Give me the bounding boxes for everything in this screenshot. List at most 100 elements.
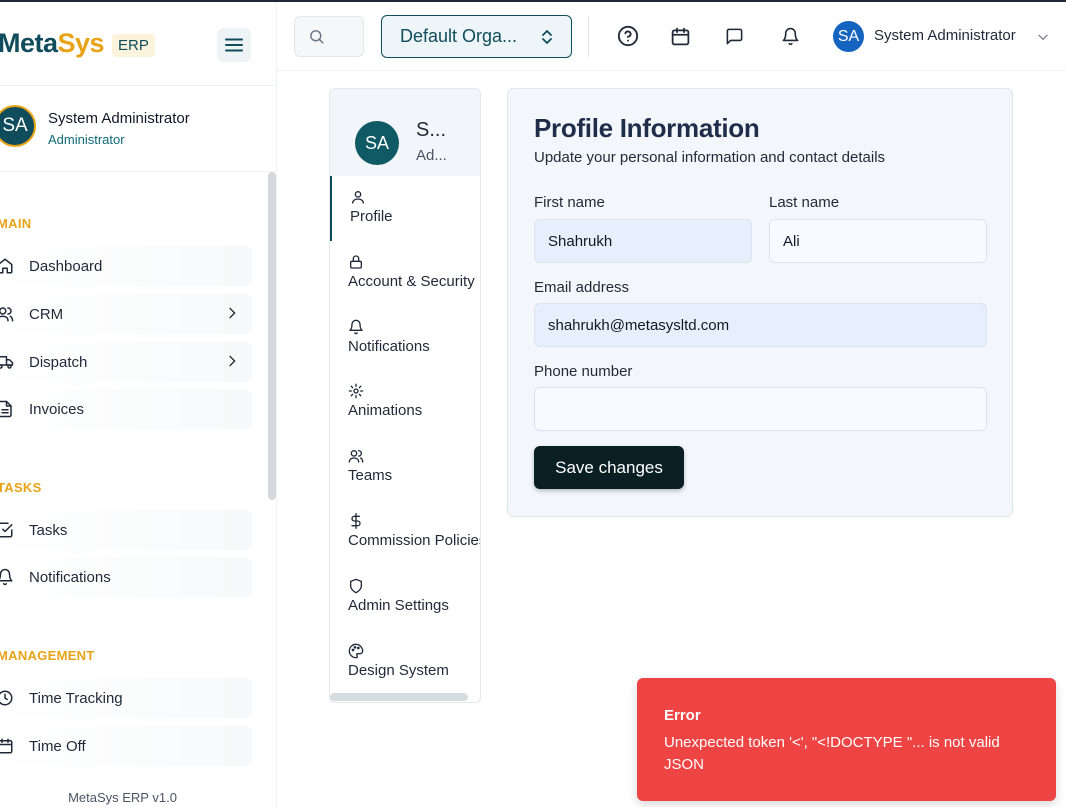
user-icon <box>352 191 364 204</box>
topbar-divider <box>588 16 589 57</box>
sidebar-item-label: Invoices <box>29 400 85 418</box>
brand-name-part2: Sys <box>57 28 105 58</box>
sidebar-item-notifications[interactable]: Notifications <box>0 557 252 597</box>
save-button[interactable]: Save changes <box>534 446 684 489</box>
settings-nav-label: Commission Policies <box>348 532 481 549</box>
dollar-icon <box>351 513 361 529</box>
settings-nav-account-security[interactable]: Account & Security <box>330 241 480 306</box>
settings-nav-label: Profile <box>350 208 393 225</box>
sidebar-item-tasks[interactable]: Tasks <box>0 510 252 550</box>
top-bar: Default Orga... SA System Administrator <box>277 2 1066 71</box>
sidebar-item-time-tracking[interactable]: Time Tracking <box>0 678 252 718</box>
email-field[interactable]: shahrukh@metasysltd.com <box>534 303 987 347</box>
settings-nav-label: Animations <box>348 402 423 419</box>
sidebar-item-label: Tasks <box>29 521 68 539</box>
phone-label: Phone number <box>534 363 633 380</box>
settings-nav-notifications[interactable]: Notifications <box>330 306 480 371</box>
brand-logo[interactable]: MetaSys <box>0 28 105 59</box>
sidebar-user-role: Administrator <box>48 132 125 147</box>
phone-field[interactable] <box>534 387 987 431</box>
settings-user-name: S... <box>416 119 447 141</box>
chevron-right-icon <box>229 355 236 367</box>
calendar-icon[interactable] <box>669 25 691 47</box>
organization-select[interactable]: Default Orga... <box>381 15 572 58</box>
logo-row: MetaSys ERP <box>0 2 277 86</box>
settings-nav: SA S... Ad... Profile Account & Security… <box>329 88 481 703</box>
clock-icon <box>0 687 16 709</box>
search-button[interactable] <box>294 16 364 57</box>
avatar: SA <box>355 121 399 165</box>
sidebar: MetaSys ERP SA System Administrator Admi… <box>0 2 277 807</box>
settings-nav-admin-settings[interactable]: Admin Settings <box>330 565 480 630</box>
lock-icon <box>350 255 362 269</box>
check-square-icon <box>0 519 16 541</box>
section-label-main: MAIN <box>0 216 32 231</box>
sidebar-item-label: CRM <box>29 305 64 323</box>
error-toast[interactable]: Error Unexpected token '<', "<!DOCTYPE "… <box>637 678 1056 801</box>
first-name-field[interactable]: Shahrukh <box>534 219 752 263</box>
shield-icon <box>350 578 362 594</box>
sidebar-item-crm[interactable]: CRM <box>0 294 252 334</box>
last-name-field[interactable]: Ali <box>769 219 987 263</box>
help-icon[interactable] <box>617 25 639 47</box>
sidebar-scrollbar[interactable] <box>268 172 276 500</box>
settings-nav-animations[interactable]: Animations <box>330 370 480 435</box>
truck-icon <box>0 351 16 373</box>
menu-toggle-button[interactable] <box>217 28 251 62</box>
sidebar-item-invoices[interactable]: Invoices <box>0 389 252 429</box>
sidebar-item-label: Notifications <box>29 568 111 586</box>
topbar-user-name[interactable]: System Administrator <box>874 27 1016 44</box>
sidebar-item-label: Dashboard <box>29 257 103 275</box>
settings-nav-label: Teams <box>348 467 393 484</box>
settings-nav-commission-policies[interactable]: Commission Policies <box>330 500 481 565</box>
gear-icon <box>348 383 364 399</box>
settings-nav-header: SA S... Ad... <box>330 89 480 176</box>
sidebar-item-dispatch[interactable]: Dispatch <box>0 342 252 382</box>
organization-select-value: Default Orga... <box>400 26 518 46</box>
toast-title: Error <box>664 707 701 724</box>
sidebar-item-dashboard[interactable]: Dashboard <box>0 246 252 286</box>
bell-icon <box>0 566 16 588</box>
home-icon <box>0 255 16 277</box>
users-icon <box>0 303 16 325</box>
chevron-down-icon[interactable] <box>1036 30 1050 44</box>
settings-nav-teams[interactable]: Teams <box>330 435 480 500</box>
avatar[interactable]: SA <box>833 21 864 52</box>
sidebar-item-label: Time Tracking <box>29 689 123 707</box>
toast-message: Unexpected token '<', "<!DOCTYPE "... is… <box>664 734 1000 773</box>
version-label: MetaSys ERP v1.0 <box>68 790 177 805</box>
sidebar-item-label: Time Off <box>29 737 86 755</box>
message-icon[interactable] <box>723 25 745 47</box>
settings-nav-label: Design System <box>348 662 449 679</box>
bell-icon <box>349 319 363 335</box>
page-subtitle: Update your personal information and con… <box>534 149 886 166</box>
section-label-management: MANAGEMENT <box>0 648 95 663</box>
settings-user-role: Ad... <box>416 147 447 164</box>
palette-icon <box>348 643 364 659</box>
calendar-icon <box>0 735 16 757</box>
search-icon <box>310 30 324 44</box>
hamburger-icon <box>225 38 243 52</box>
users-icon <box>348 450 364 463</box>
first-name-label: First name <box>534 194 605 211</box>
erp-badge: ERP <box>112 34 155 57</box>
settings-nav-design-system[interactable]: Design System <box>330 630 480 695</box>
sidebar-item-label: Dispatch <box>29 353 88 371</box>
section-label-tasks: TASKS <box>0 480 42 495</box>
sidebar-user-name: System Administrator <box>48 110 190 127</box>
avatar: SA <box>0 105 36 147</box>
sidebar-item-time-off[interactable]: Time Off <box>0 726 252 766</box>
email-label: Email address <box>534 279 630 296</box>
brand-name-part1: Meta <box>0 28 58 58</box>
sidebar-user[interactable]: SA System Administrator Administrator <box>0 86 277 172</box>
profile-card: Profile Information Update your personal… <box>507 88 1013 517</box>
settings-nav-profile[interactable]: Profile <box>330 176 480 241</box>
settings-nav-label: Admin Settings <box>348 597 449 614</box>
last-name-label: Last name <box>769 194 840 211</box>
chevron-right-icon <box>229 307 236 319</box>
bell-icon[interactable] <box>779 25 801 47</box>
chevron-up-down-icon <box>542 30 552 44</box>
settings-nav-label: Notifications <box>348 338 430 355</box>
settings-nav-scrollbar[interactable] <box>330 693 468 701</box>
file-text-icon <box>0 398 16 420</box>
